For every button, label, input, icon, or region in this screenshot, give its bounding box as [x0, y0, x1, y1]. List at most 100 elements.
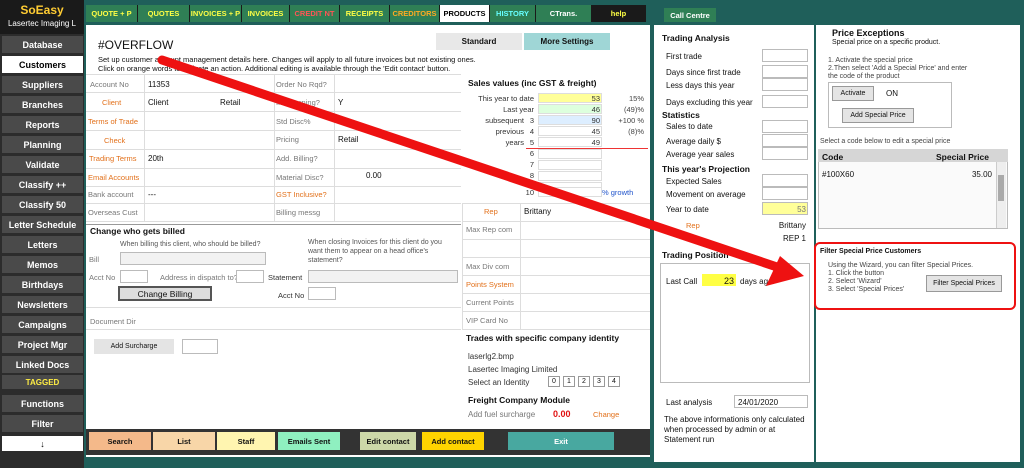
sidebar-item-letter-schedule[interactable]: Letter Schedule — [2, 216, 83, 233]
list-button[interactable]: List — [153, 432, 215, 450]
tab-history[interactable]: HISTORY — [490, 5, 536, 22]
special-price-value[interactable]: 35.00 — [936, 170, 992, 179]
movement-input[interactable] — [762, 187, 808, 200]
client-link[interactable]: Client — [102, 98, 121, 107]
sidebar-item-tagged[interactable]: TAGGED — [2, 375, 83, 389]
tab-standard[interactable]: Standard — [436, 33, 522, 50]
special-price-code[interactable]: #100X60 — [822, 170, 854, 179]
sales-row-value: 46 — [591, 105, 600, 114]
tab-invoices[interactable]: INVOICES — [242, 5, 290, 22]
sidebar-item-campaigns[interactable]: Campaigns — [2, 316, 83, 333]
identity-1-button[interactable]: 1 — [563, 376, 575, 387]
add-special-price-button[interactable]: Add Special Price — [842, 108, 914, 123]
days-excl-input[interactable] — [762, 95, 808, 108]
sales-row-label: subsequent — [485, 116, 524, 125]
sidebar-item-filter[interactable]: Filter — [2, 415, 83, 432]
days-since-input[interactable] — [762, 65, 808, 78]
sidebar-item-suppliers[interactable]: Suppliers — [2, 76, 83, 93]
last-call-value: 23 — [723, 276, 734, 286]
email-accounts-link[interactable]: Email Accounts — [88, 173, 139, 182]
avg-year-label: Average year sales — [666, 150, 735, 159]
current-points-label: Current Points — [466, 298, 514, 307]
tab-help[interactable]: help — [592, 5, 646, 22]
tab-more-settings[interactable]: More Settings — [524, 33, 610, 50]
search-button[interactable]: Search — [89, 432, 151, 450]
sales-row-label: This year to date — [478, 94, 534, 103]
info-line-2: Click on orange words to activate an act… — [98, 64, 451, 73]
staff-button[interactable]: Staff — [217, 432, 275, 450]
gst-inclusive-link[interactable]: GST Inclusive? — [276, 190, 327, 199]
acct-no-input[interactable] — [120, 270, 148, 283]
call-centre-button[interactable]: Call Centre — [664, 8, 716, 22]
sidebar-item-database[interactable]: Database — [2, 36, 83, 53]
filter-step-2: 2. Select 'Wizard' — [828, 278, 882, 285]
bill-label: Bill — [89, 255, 100, 264]
sidebar-item-functions[interactable]: Functions — [2, 395, 83, 412]
emails-sent-button[interactable]: Emails Sent — [278, 432, 340, 450]
tab-credit-nt[interactable]: CREDIT NT — [290, 5, 340, 22]
trading-rep-link[interactable]: Rep — [686, 221, 700, 230]
tab-ctrans[interactable]: CTrans. — [536, 5, 592, 22]
billing-messg-label: Billing messg — [276, 208, 321, 217]
avg-daily-input[interactable] — [762, 134, 808, 147]
filter-step-3: 3. Select 'Special Prices' — [828, 286, 905, 293]
ytd-label: Year to date — [666, 205, 709, 214]
dispatch-input[interactable] — [236, 270, 264, 283]
identity-3-button[interactable]: 3 — [593, 376, 605, 387]
sales-row-num: 8 — [529, 171, 534, 180]
exit-button[interactable]: Exit — [508, 432, 614, 450]
rep-link[interactable]: Rep — [484, 207, 498, 216]
terms-of-trade-link[interactable]: Terms of Trade — [88, 117, 138, 126]
sidebar-item-validate[interactable]: Validate — [2, 156, 83, 173]
sidebar-scroll-down-button[interactable]: ↓ — [2, 436, 83, 451]
check-link[interactable]: Check — [104, 136, 125, 145]
sidebar-item-newsletters[interactable]: Newsletters — [2, 296, 83, 313]
sales-to-date-input[interactable] — [762, 120, 808, 133]
sidebar-item-classify-plus[interactable]: Classify ++ — [2, 176, 83, 193]
tab-quotes[interactable]: QUOTES — [138, 5, 190, 22]
tab-quote-p[interactable]: QUOTE + P — [86, 5, 138, 22]
document-dir-label: Document Dir — [90, 317, 136, 326]
sidebar-item-branches[interactable]: Branches — [2, 96, 83, 113]
sales-values-title: Sales values (inc GST & freight) — [468, 78, 597, 88]
filter-special-prices-button[interactable]: Filter Special Prices — [926, 275, 1002, 292]
statement-input[interactable] — [308, 270, 458, 283]
sales-row-label: previous — [495, 127, 524, 136]
sidebar-item-reports[interactable]: Reports — [2, 116, 83, 133]
freight-change-link[interactable]: Change — [593, 410, 619, 419]
identity-0-button[interactable]: 0 — [548, 376, 560, 387]
points-system-link[interactable]: Points System — [466, 280, 514, 289]
freight-title: Freight Company Module — [468, 395, 570, 405]
tab-creditors[interactable]: CREDITORS — [390, 5, 440, 22]
add-surcharge-button[interactable]: Add Surcharge — [94, 339, 174, 354]
sidebar-item-letters[interactable]: Letters — [2, 236, 83, 253]
col-code-header: Code — [822, 152, 844, 162]
first-trade-input[interactable] — [762, 49, 808, 62]
tab-receipts[interactable]: RECEIPTS — [340, 5, 390, 22]
add-contact-button[interactable]: Add contact — [422, 432, 484, 450]
less-days-input[interactable] — [762, 78, 808, 91]
identity-2-button[interactable]: 2 — [578, 376, 590, 387]
sales-row-label: Last year — [503, 105, 534, 114]
sidebar-item-birthdays[interactable]: Birthdays — [2, 276, 83, 293]
sidebar-item-customers[interactable]: Customers — [2, 56, 83, 73]
sidebar-item-memos[interactable]: Memos — [2, 256, 83, 273]
change-billing-button[interactable]: Change Billing — [118, 286, 212, 301]
edit-contact-button[interactable]: Edit contact — [360, 432, 416, 450]
surcharge-input[interactable] — [182, 339, 218, 354]
sidebar-item-project-mgr[interactable]: Project Mgr — [2, 336, 83, 353]
expected-sales-input[interactable] — [762, 174, 808, 187]
sidebar-item-classify-50[interactable]: Classify 50 — [2, 196, 83, 213]
tab-products[interactable]: PRODUCTS — [440, 5, 490, 22]
acct-no-2-input[interactable] — [308, 287, 336, 300]
sidebar-item-linked-docs[interactable]: Linked Docs — [2, 356, 83, 373]
material-disc-value: 0.00 — [366, 171, 382, 180]
bill-input[interactable] — [120, 252, 266, 265]
trading-terms-link[interactable]: Trading Terms — [89, 154, 137, 163]
sidebar-item-planning[interactable]: Planning — [2, 136, 83, 153]
activate-button[interactable]: Activate — [832, 86, 874, 101]
avg-year-input[interactable] — [762, 147, 808, 160]
price-exceptions-panel: Price Exceptions Special price on a spec… — [814, 25, 1020, 462]
identity-4-button[interactable]: 4 — [608, 376, 620, 387]
tab-invoices-p[interactable]: INVOICES + P — [190, 5, 242, 22]
